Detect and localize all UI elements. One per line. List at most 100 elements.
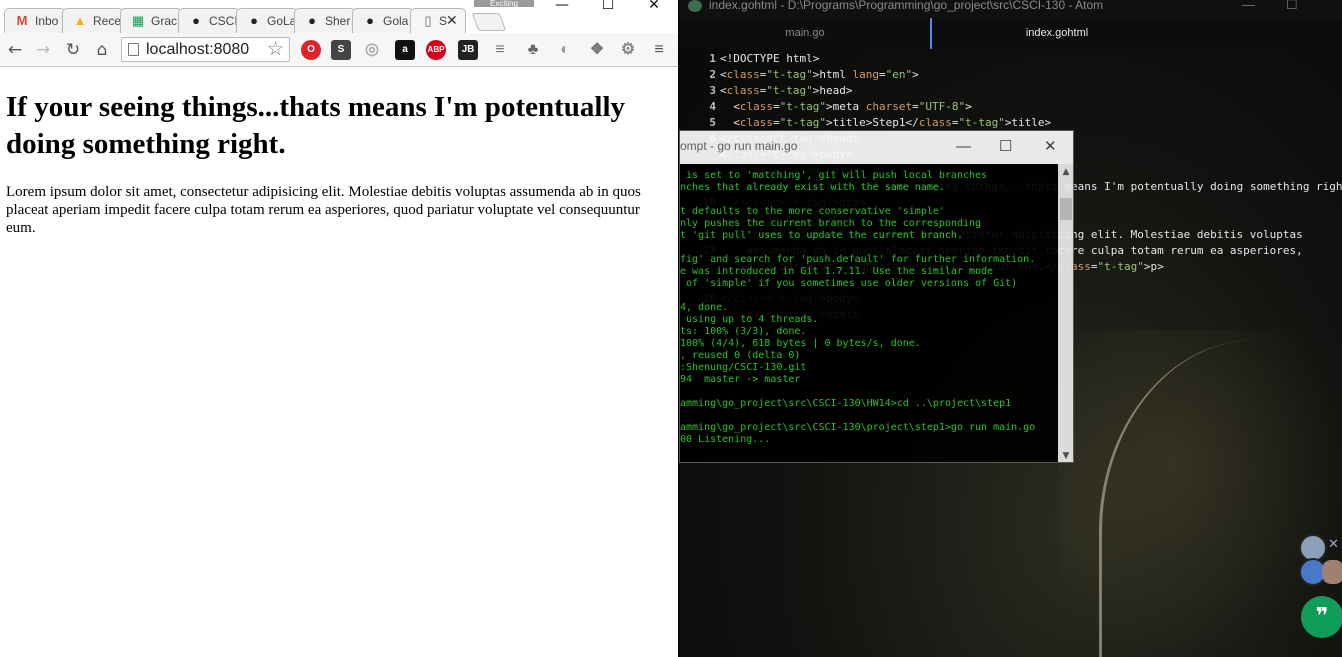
tab-label: Sher <box>325 14 351 28</box>
leaf-extension-icon[interactable]: ◐ <box>555 40 575 60</box>
terminal-line: amming\go_project\src\CSCI-130\project\s… <box>680 422 1036 433</box>
cmd-title: ompt - go run main.go <box>680 139 798 153</box>
palm-extension-icon[interactable]: ♣ <box>523 40 543 60</box>
bookmark-star-icon[interactable]: ☆ <box>267 38 284 61</box>
cmd-scrollbar[interactable]: ▲ ▼ <box>1058 164 1073 462</box>
tab-label: Gola <box>383 14 409 28</box>
code-text: <class="t-tag">title>Step1</class="t-tag… <box>720 116 1052 129</box>
tab-strip: M Inbo ▲ Rece ▦ Grac ● CSCI ● GoLa ● She… <box>0 0 678 33</box>
page-paragraph: Lorem ipsum dolor sit amet, consectetur … <box>6 184 641 236</box>
tab-github-gola[interactable]: ● Gola <box>352 8 414 33</box>
atom-title: index.gohtml - D:\Programs\Programming\g… <box>709 0 1104 12</box>
home-icon[interactable]: ⌂ <box>92 40 112 60</box>
tab-github-sher[interactable]: ● Sher <box>294 8 356 33</box>
tab-gmail[interactable]: M Inbo <box>4 8 66 33</box>
url-input[interactable] <box>146 39 271 60</box>
chrome-window: M Inbo ▲ Rece ▦ Grac ● CSCI ● GoLa ● She… <box>0 0 678 657</box>
scroll-down-icon[interactable]: ▼ <box>1058 448 1073 462</box>
terminal-line: ts: 100% (3/3), done. <box>680 326 807 337</box>
tab-main-go[interactable]: main.go <box>679 18 931 49</box>
github-icon: ● <box>192 13 200 28</box>
tab-active[interactable]: ▯ S ✕ <box>410 8 466 33</box>
cmd-maximize-button[interactable]: ☐ <box>999 131 1012 162</box>
minimize-button[interactable]: — <box>540 0 584 18</box>
atom-minimize-button[interactable]: — <box>1242 0 1255 11</box>
browser-toolbar: ← → ↻ ⌂ ☆ OS ◎ a ABP JB ≡ ♣ ◐ ❖ ⚙ ≡ <box>0 33 678 67</box>
terminal-line: t 'git pull' uses to update the current … <box>680 230 963 241</box>
tab-google-drive[interactable]: ▲ Rece <box>62 8 124 33</box>
scroll-up-icon[interactable]: ▲ <box>1058 164 1073 180</box>
terminal-line: is set to 'matching', git will push loca… <box>680 170 988 181</box>
scroll-thumb[interactable] <box>1060 198 1072 220</box>
terminal-line: using up to 4 threads. <box>680 314 819 325</box>
terminal-line: nly pushes the current branch to the cor… <box>680 218 982 229</box>
forward-icon[interactable]: → <box>33 40 53 60</box>
opera-icon[interactable]: O <box>301 40 321 60</box>
reload-icon[interactable]: ↻ <box>63 40 83 60</box>
atom-logo-icon <box>688 0 702 12</box>
tab-github-csci[interactable]: ● CSCI <box>178 8 240 33</box>
code-text: <class="t-tag">head> <box>720 84 853 97</box>
code-line[interactable]: 5 <class="t-tag">title>Step1</class="t-t… <box>679 115 1342 131</box>
terminal-line: fig' and search for 'push.default' for f… <box>680 254 1036 265</box>
close-tab-icon[interactable]: ✕ <box>446 12 458 29</box>
code-line[interactable]: 3 <class="t-tag">head> <box>679 83 1342 99</box>
cmd-minimize-button[interactable]: — <box>956 131 971 162</box>
hangouts-avatar[interactable] <box>1322 560 1342 584</box>
tab-google-sheets[interactable]: ▦ Grac <box>120 8 182 33</box>
circle-extension-icon[interactable]: ◎ <box>362 40 382 60</box>
terminal-line: t defaults to the more conservative 'sim… <box>680 206 945 217</box>
gmail-icon: M <box>16 13 28 28</box>
jetbrains-icon[interactable]: JB <box>458 40 478 60</box>
page-icon <box>128 43 139 56</box>
command-prompt-window: ompt - go run main.go — ☐ ✕ is set to 'm… <box>679 130 1074 463</box>
hangouts-close-icon[interactable]: ✕ <box>1328 537 1339 552</box>
tab-label: GoLa <box>267 14 297 28</box>
s-extension-icon[interactable]: S <box>331 40 351 60</box>
terminal-line: , reused 0 (delta 0) <box>680 350 801 361</box>
google-sheets-icon: ▦ <box>131 13 145 28</box>
code-text: <!DOCTYPE html> <box>720 52 820 65</box>
terminal-output[interactable]: is set to 'matching', git will push loca… <box>680 164 1058 462</box>
maximize-button[interactable]: ☐ <box>586 0 630 18</box>
address-bar[interactable]: ☆ <box>121 37 290 62</box>
hangouts-quote-icon[interactable]: ❞ <box>1301 596 1342 638</box>
close-button[interactable]: ✕ <box>632 0 676 18</box>
code-line[interactable]: 2 <class="t-tag">html lang="en"> <box>679 67 1342 83</box>
amazon-icon[interactable]: a <box>395 40 415 60</box>
terminal-line: 00 Listening... <box>680 434 771 445</box>
page-heading: If your seeing things...thats means I'm … <box>6 91 625 160</box>
lines-extension-icon[interactable]: ≡ <box>490 40 510 60</box>
github-icon: ● <box>250 13 258 28</box>
terminal-line: e was introduced in Git 1.7.11. Use the … <box>680 266 994 277</box>
page-content: If your seeing things...thats means I'm … <box>0 68 678 657</box>
line-number: 2 <box>709 68 716 81</box>
terminal-line: 4, done. <box>680 302 729 313</box>
new-tab-button[interactable] <box>471 13 507 31</box>
cmd-titlebar: ompt - go run main.go — ☐ ✕ <box>680 131 1073 164</box>
line-number: 5 <box>709 116 716 129</box>
tab-label: Inbo <box>35 14 59 28</box>
line-number: 4 <box>709 100 716 113</box>
page-icon: ▯ <box>424 13 432 28</box>
cmd-close-button[interactable]: ✕ <box>1044 131 1057 162</box>
code-text: <class="t-tag">html lang="en"> <box>720 68 919 81</box>
code-line[interactable]: 4 <class="t-tag">meta charset="UTF-8"> <box>679 99 1342 115</box>
settings-extension-icon[interactable]: ⚙ <box>618 40 638 60</box>
code-line[interactable]: 1 <!DOCTYPE html> <box>679 51 1342 67</box>
menu-icon[interactable]: ≡ <box>649 40 669 60</box>
dropbox-icon[interactable]: ❖ <box>587 40 607 60</box>
tab-label: Rece <box>93 14 122 28</box>
profile-badge[interactable]: Exciting <box>474 0 534 7</box>
github-icon: ● <box>366 13 374 28</box>
terminal-line: nches that already exist with the same n… <box>680 182 945 193</box>
github-icon: ● <box>308 13 316 28</box>
line-number: 1 <box>709 52 716 65</box>
google-drive-icon: ▲ <box>73 13 87 28</box>
back-icon[interactable]: ← <box>5 40 25 60</box>
tab-index-gohtml[interactable]: index.gohtml <box>930 18 1182 49</box>
adblock-plus-icon[interactable]: ABP <box>426 40 446 60</box>
atom-tab-bar: main.go index.gohtml <box>679 18 1342 49</box>
tab-github-golang[interactable]: ● GoLa <box>236 8 298 33</box>
atom-maximize-button[interactable]: ☐ <box>1286 0 1298 11</box>
